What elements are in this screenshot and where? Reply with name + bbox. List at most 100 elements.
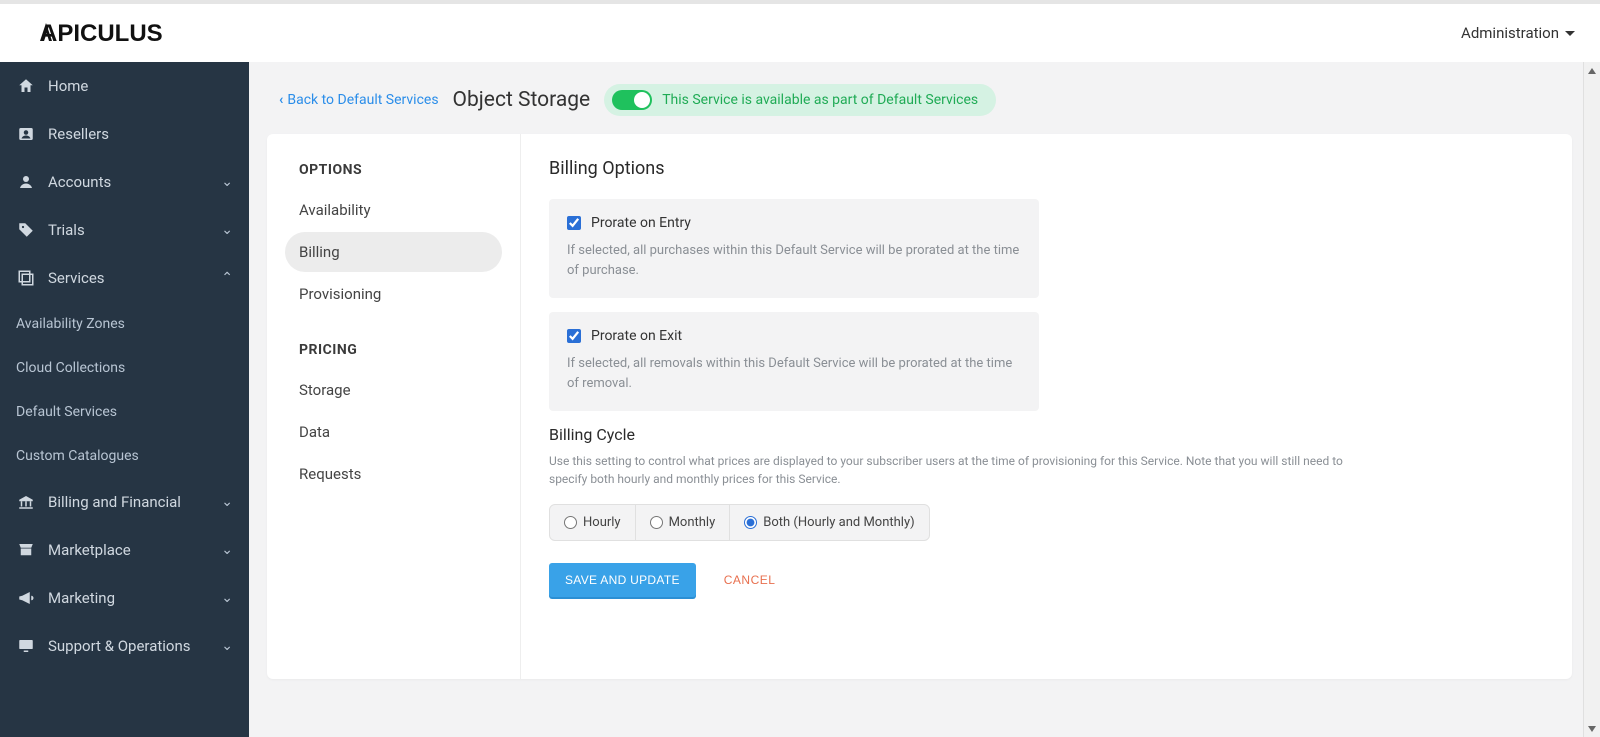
- accounts-icon: [16, 172, 36, 192]
- pricing-storage[interactable]: Storage: [285, 370, 502, 410]
- pricing-requests[interactable]: Requests: [285, 454, 502, 494]
- option-label: Provisioning: [299, 285, 381, 303]
- scrollbar[interactable]: [1583, 62, 1600, 737]
- option-billing[interactable]: Billing: [285, 232, 502, 272]
- page-header: ‹ Back to Default Services Object Storag…: [249, 62, 1600, 134]
- sidebar-subitem-cloud-collections[interactable]: Cloud Collections: [0, 346, 249, 390]
- sidebar-item-label: Marketplace: [48, 541, 131, 559]
- tag-icon: [16, 220, 36, 240]
- prorate-exit-description: If selected, all removals within this De…: [567, 354, 1021, 393]
- administration-menu[interactable]: Administration: [1461, 24, 1575, 42]
- sidebar-item-label: Accounts: [48, 173, 111, 191]
- topbar: APICULUS Administration: [0, 0, 1600, 62]
- sidebar-subitem-custom-catalogues[interactable]: Custom Catalogues: [0, 434, 249, 478]
- monitor-icon: [16, 636, 36, 656]
- sidebar-item-label: Default Services: [16, 404, 117, 420]
- sidebar-item-resellers[interactable]: Resellers: [0, 110, 249, 158]
- section-title: Billing Options: [549, 158, 1544, 179]
- sidebar-item-label: Support & Operations: [48, 637, 191, 655]
- sidebar-item-accounts[interactable]: Accounts ⌄: [0, 158, 249, 206]
- radio-both-label: Both (Hourly and Monthly): [763, 515, 914, 530]
- sidebar-item-label: Availability Zones: [16, 316, 125, 332]
- pricing-data[interactable]: Data: [285, 412, 502, 452]
- action-buttons: SAVE AND UPDATE CANCEL: [549, 563, 1544, 597]
- megaphone-icon: [16, 588, 36, 608]
- services-icon: [16, 268, 36, 288]
- prorate-entry-checkbox[interactable]: [567, 216, 581, 230]
- chevron-up-icon: ⌃: [221, 270, 233, 286]
- sidebar-item-label: Services: [48, 269, 105, 287]
- prorate-exit-box: Prorate on Exit If selected, all removal…: [549, 312, 1039, 411]
- option-provisioning[interactable]: Provisioning: [285, 274, 502, 314]
- prorate-exit-label: Prorate on Exit: [591, 328, 682, 344]
- page-title: Object Storage: [453, 88, 591, 112]
- sidebar-item-label: Marketing: [48, 589, 115, 607]
- scroll-up-icon[interactable]: [1585, 64, 1598, 77]
- chevron-down-icon: ⌄: [221, 590, 233, 606]
- sidebar-item-label: Home: [48, 77, 88, 95]
- radio-monthly[interactable]: Monthly: [636, 505, 731, 540]
- administration-label: Administration: [1461, 24, 1559, 42]
- sidebar-subitem-default-services[interactable]: Default Services: [0, 390, 249, 434]
- radio-monthly-input[interactable]: [650, 516, 663, 529]
- sidebar-item-support-operations[interactable]: Support & Operations ⌄: [0, 622, 249, 670]
- radio-hourly[interactable]: Hourly: [550, 505, 636, 540]
- prorate-entry-description: If selected, all purchases within this D…: [567, 241, 1021, 280]
- sidebar-item-label: Cloud Collections: [16, 360, 125, 376]
- service-status-pill: This Service is available as part of Def…: [604, 84, 996, 116]
- radio-both[interactable]: Both (Hourly and Monthly): [730, 505, 928, 540]
- prorate-entry-label: Prorate on Entry: [591, 215, 691, 231]
- sidebar-item-trials[interactable]: Trials ⌄: [0, 206, 249, 254]
- sidebar-item-label: Billing and Financial: [48, 493, 181, 511]
- chevron-down-icon: ⌄: [221, 638, 233, 654]
- caret-down-icon: [1565, 31, 1575, 36]
- prorate-entry-box: Prorate on Entry If selected, all purcha…: [549, 199, 1039, 298]
- radio-monthly-label: Monthly: [669, 515, 716, 530]
- back-link-label: Back to Default Services: [287, 92, 438, 108]
- sidebar: Home Resellers Accounts ⌄ Trials ⌄: [0, 62, 249, 737]
- options-column: OPTIONS Availability Billing Provisionin…: [267, 134, 521, 679]
- options-header: OPTIONS: [285, 162, 502, 178]
- service-status-text: This Service is available as part of Def…: [662, 92, 978, 108]
- cancel-button[interactable]: CANCEL: [724, 573, 776, 587]
- content-column: Billing Options Prorate on Entry If sele…: [521, 134, 1572, 679]
- sidebar-item-services[interactable]: Services ⌃: [0, 254, 249, 302]
- back-link[interactable]: ‹ Back to Default Services: [279, 92, 439, 108]
- chevron-down-icon: ⌄: [221, 222, 233, 238]
- chevron-down-icon: ⌄: [221, 494, 233, 510]
- user-card-icon: [16, 124, 36, 144]
- scroll-down-icon[interactable]: [1585, 722, 1598, 735]
- option-label: Requests: [299, 465, 361, 483]
- prorate-exit-checkbox[interactable]: [567, 329, 581, 343]
- sidebar-subitem-availability-zones[interactable]: Availability Zones: [0, 302, 249, 346]
- main-content: ‹ Back to Default Services Object Storag…: [249, 62, 1600, 737]
- option-label: Billing: [299, 243, 340, 261]
- sidebar-item-label: Resellers: [48, 125, 109, 143]
- option-label: Availability: [299, 201, 371, 219]
- option-label: Data: [299, 423, 330, 441]
- sidebar-item-label: Custom Catalogues: [16, 448, 139, 464]
- pricing-header: PRICING: [285, 342, 502, 358]
- chevron-left-icon: ‹: [279, 92, 283, 108]
- sidebar-item-billing-financial[interactable]: Billing and Financial ⌄: [0, 478, 249, 526]
- radio-both-input[interactable]: [744, 516, 757, 529]
- chevron-down-icon: ⌄: [221, 542, 233, 558]
- home-icon: [16, 76, 36, 96]
- radio-hourly-input[interactable]: [564, 516, 577, 529]
- settings-card: OPTIONS Availability Billing Provisionin…: [267, 134, 1572, 679]
- service-enabled-toggle[interactable]: [612, 90, 652, 110]
- bank-icon: [16, 492, 36, 512]
- sidebar-item-marketplace[interactable]: Marketplace ⌄: [0, 526, 249, 574]
- sidebar-item-home[interactable]: Home: [0, 62, 249, 110]
- save-button[interactable]: SAVE AND UPDATE: [549, 563, 696, 597]
- option-availability[interactable]: Availability: [285, 190, 502, 230]
- billing-cycle-radio-group: Hourly Monthly Both (Hourly and Monthly): [549, 504, 930, 541]
- store-icon: [16, 540, 36, 560]
- chevron-down-icon: ⌄: [221, 174, 233, 190]
- billing-cycle-description: Use this setting to control what prices …: [549, 452, 1349, 488]
- option-label: Storage: [299, 381, 351, 399]
- logo: APICULUS: [40, 19, 200, 47]
- radio-hourly-label: Hourly: [583, 515, 621, 530]
- sidebar-item-marketing[interactable]: Marketing ⌄: [0, 574, 249, 622]
- sidebar-item-label: Trials: [48, 221, 85, 239]
